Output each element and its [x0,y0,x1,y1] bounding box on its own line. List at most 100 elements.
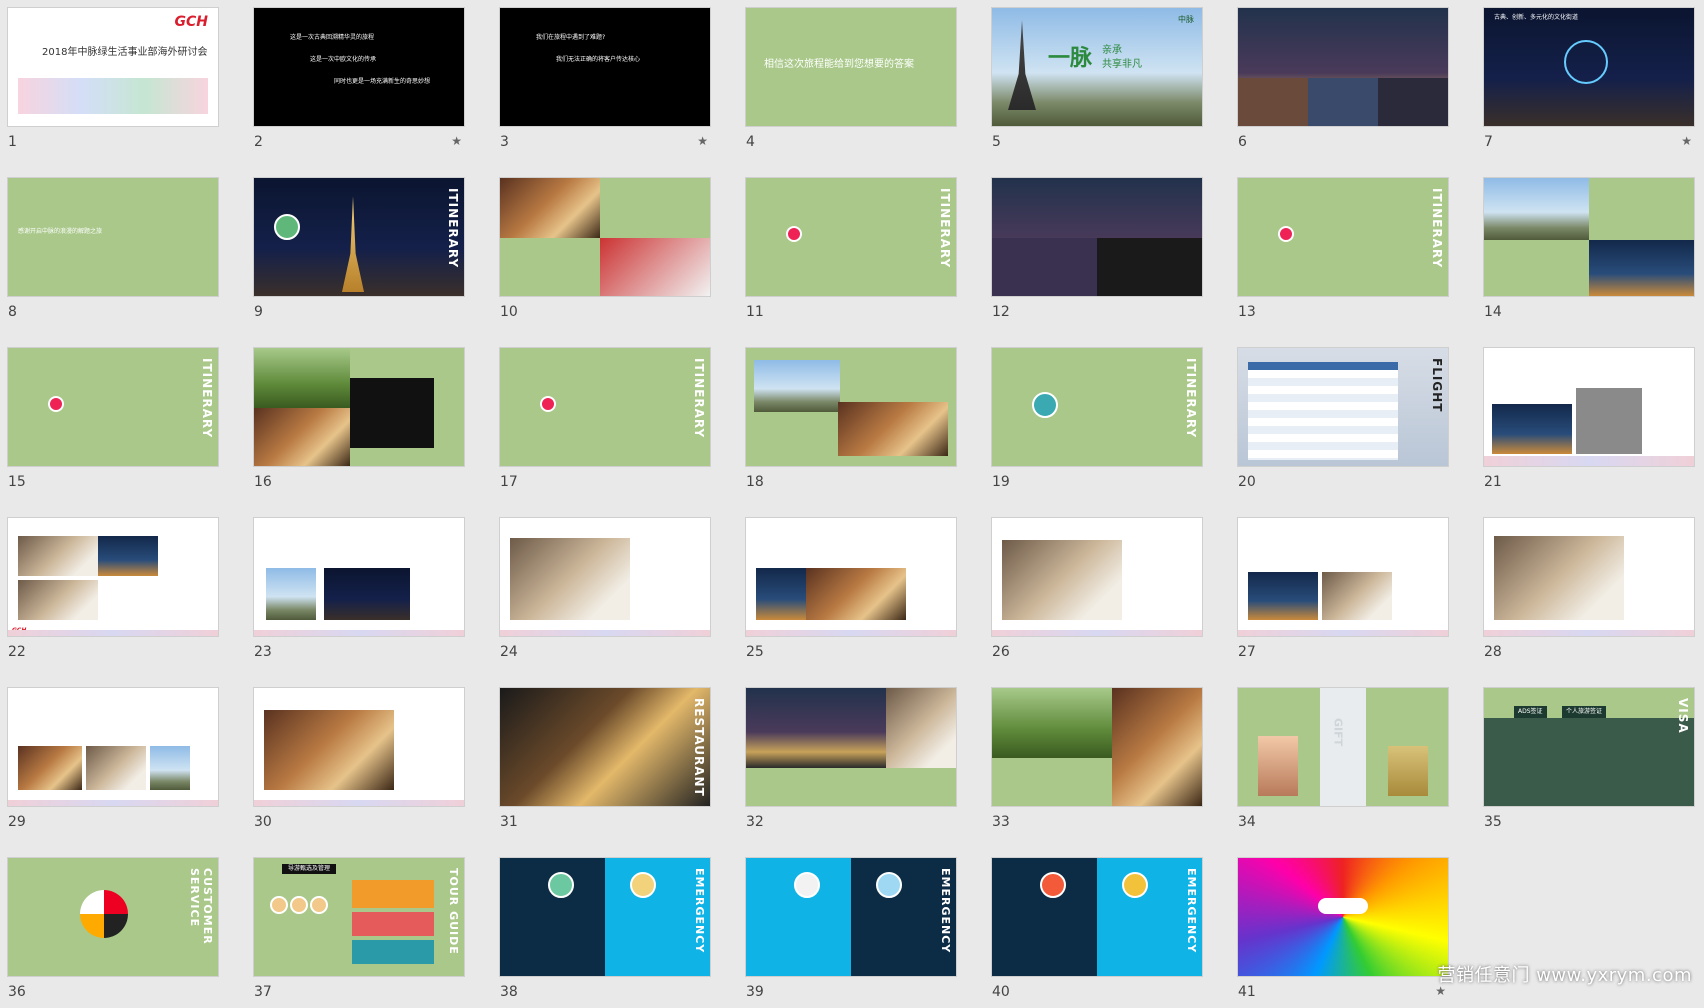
slide-number: 13 [1238,304,1256,320]
section-title: RESTAURANT [692,698,706,797]
slide-thumb-9[interactable]: ITINERARY 9 [254,178,464,328]
slide-text: 个人旅游签证 [1562,706,1607,719]
slide-number: 22 [8,644,26,660]
slide-thumb-36[interactable]: CUSTOMER SERVICE 36 [8,858,218,1008]
slide-thumb-24[interactable]: 24 [500,518,710,668]
gch-logo: GCH [174,14,208,30]
flight-table [1248,362,1398,460]
slide-number: 31 [500,814,518,830]
bus-icon [540,396,556,412]
slide-thumb-37[interactable]: 导游甄选及管理 TOUR GUIDE 37 [254,858,464,1008]
bus-icon [1278,226,1294,242]
airplane-icon [1032,392,1058,418]
slide-number: 33 [992,814,1010,830]
slide-thumb-19[interactable]: ITINERARY 19 [992,348,1202,498]
slide-thumb-41[interactable]: 41 ★ [1238,858,1448,1008]
slide-thumb-27[interactable]: 27 [1238,518,1448,668]
slide-number: 38 [500,984,518,1000]
section-title: GIFT [1331,718,1345,747]
slide-thumb-8[interactable]: 感谢开启中脉的浪漫的解题之旅 8 [8,178,218,328]
hotel-photo [1002,540,1122,620]
champagne-photo [350,378,434,448]
hotel-photo [18,536,98,576]
slide-text: 相信这次旅程能给到您想要的答案 [764,59,914,70]
slide-thumb-29[interactable]: 29 [8,688,218,838]
slide-thumb-18[interactable]: 18 [746,348,956,498]
hotel-photo [86,746,146,790]
hotel-photo [150,746,190,790]
slide-thumb-1[interactable]: GCH 2018年中脉绿生活事业部海外研讨会 1 [8,8,218,158]
slide-thumb-28[interactable]: 28 [1484,518,1694,668]
slide-number: 15 [8,474,26,490]
footer-band [992,630,1202,636]
slide-text: 感谢开启中脉的浪漫的解题之旅 [18,228,103,235]
hotel-photo [324,568,410,620]
slide-number: 9 [254,304,263,320]
slide-number: 30 [254,814,272,830]
slide-thumb-39[interactable]: EMERGENCY 39 [746,858,956,1008]
slide-text: 亲承 [1102,45,1122,56]
slide-thumb-38[interactable]: EMERGENCY 38 [500,858,710,1008]
slide-number: 11 [746,304,764,320]
hotel-photo [18,746,82,790]
section-title: ITINERARY [938,188,952,269]
slide-thumb-21[interactable]: 21 [1484,348,1694,498]
slide-number: 23 [254,644,272,660]
slide-thumb-10[interactable]: 10 [500,178,710,328]
slide-thumb-4[interactable]: 相信这次旅程能给到您想要的答案 4 [746,8,956,158]
slide-text: 古典、创新、多元化的文化街道 [1494,14,1579,21]
emergency-icon [630,872,656,898]
eiffel-tower-image [342,196,364,292]
slide-thumb-17[interactable]: ITINERARY 17 [500,348,710,498]
slide-number: 3 [500,134,509,150]
hotel-photo [264,710,394,790]
slide-thumb-2[interactable]: 这是一次古典回溯精华灵的旅程 这是一次中欧文化的传承 同时也更是一场充满新生的奇… [254,8,464,158]
champs-elysees-photo [992,238,1097,296]
emergency-icon [1040,872,1066,898]
slide-thumb-23[interactable]: 23 [254,518,464,668]
slide-number: 41 [1238,984,1256,1000]
slide-thumb-6[interactable]: 6 [1238,8,1448,158]
slide-thumb-30[interactable]: 30 [254,688,464,838]
ink-landscape-image [18,78,208,114]
slide-thumb-13[interactable]: ITINERARY 13 [1238,178,1448,328]
slide-thumb-16[interactable]: 16 [254,348,464,498]
slide-thumb-40[interactable]: EMERGENCY 40 [992,858,1202,1008]
slide-thumb-26[interactable]: 26 [992,518,1202,668]
slide-thumb-12[interactable]: 12 [992,178,1202,328]
slide-thumb-31[interactable]: RESTAURANT 31 [500,688,710,838]
slide-number: 32 [746,814,764,830]
department-store-photo [1589,240,1694,296]
slide-number: 24 [500,644,518,660]
footer-band [1238,630,1448,636]
slide-thumb-15[interactable]: ITINERARY 15 [8,348,218,498]
slide-thumb-3[interactable]: 我们在旅程中遇到了难题? 我们无法正确的将客户传达核心 3 ★ [500,8,710,158]
village-photo [754,360,840,412]
section-title: CUSTOMER SERVICE [188,868,214,945]
slide-thumb-5[interactable]: 一脉 亲承 共享非凡 中脉 5 [992,8,1202,158]
footer-band [1484,456,1694,466]
slide-text: 一脉 [1048,46,1093,71]
slide-thumb-35[interactable]: ADS签证 个人旅游签证 VISA 35 [1484,688,1694,838]
animation-star-icon: ★ [1681,134,1692,148]
slide-thumb-11[interactable]: ITINERARY 11 [746,178,956,328]
guide-info-box [352,880,434,908]
hotel-photo [1576,388,1642,454]
slide-thumb-34[interactable]: GIFT 34 [1238,688,1448,838]
slide-thumb-7[interactable]: 古典、创新、多元化的文化街道 7 ★ [1484,8,1694,158]
hotel-photo [756,568,806,620]
slide-number: 8 [8,304,17,320]
slide-thumb-32[interactable]: 32 [746,688,956,838]
footer-band [8,800,218,806]
slide-thumb-22[interactable]: GCH 22 [8,518,218,668]
slide-thumb-25[interactable]: 25 [746,518,956,668]
section-title: TOUR GUIDE [447,868,460,955]
slide-thumb-20[interactable]: FLIGHT 20 [1238,348,1448,498]
vineyard-photo [254,348,350,408]
bus-icon [48,396,64,412]
slide-1-title: 2018年中脉绿生活事业部海外研讨会 [42,47,208,58]
slide-thumb-33[interactable]: 33 [992,688,1202,838]
guide-avatar-icon [310,896,328,914]
slide-text: 中脉 [1178,15,1194,24]
slide-thumb-14[interactable]: 14 [1484,178,1694,328]
